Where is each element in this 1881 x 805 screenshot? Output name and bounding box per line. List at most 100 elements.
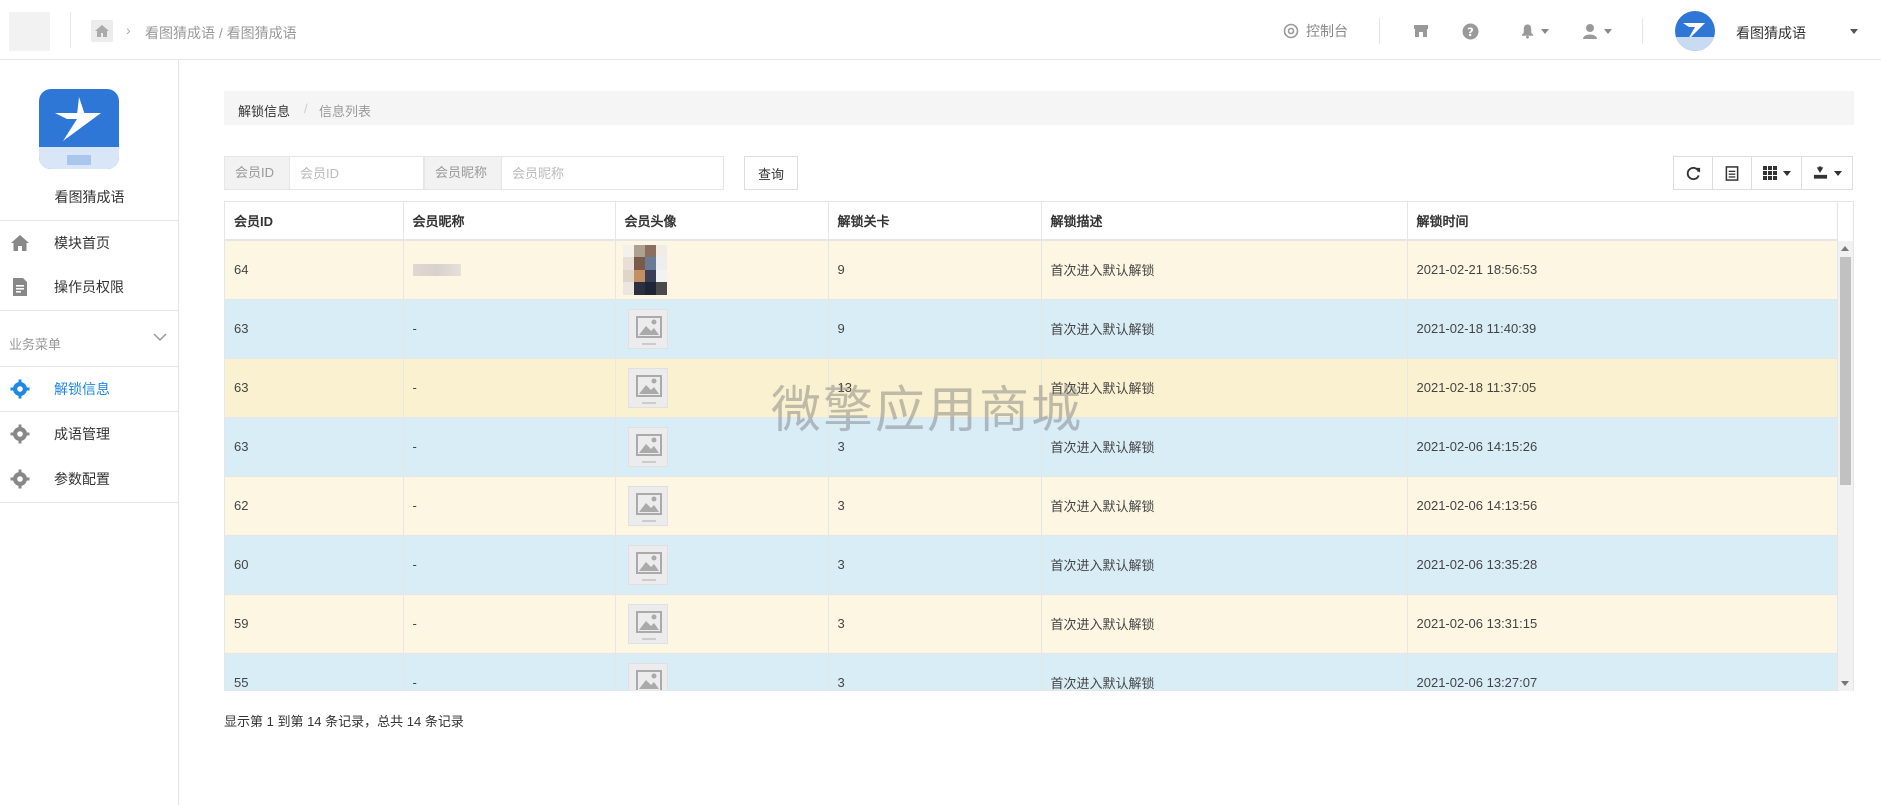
gear-icon xyxy=(10,469,30,489)
store-icon[interactable] xyxy=(1413,20,1429,42)
table-row[interactable]: 64 9 首次进入默认解锁 2021-02-21 18:56:53 xyxy=(225,240,1838,300)
cell-unlock-description: 首次进入默认解锁 xyxy=(1041,535,1408,595)
cell-avatar xyxy=(615,535,829,595)
image-placeholder-icon[interactable] xyxy=(627,426,668,467)
breadcrumb-level2: 信息列表 xyxy=(319,104,372,119)
document-icon xyxy=(13,278,27,296)
sidebar-item-unlock-info[interactable]: 解锁信息 xyxy=(0,367,179,411)
cell-unlock-time: 2021-02-18 11:37:05 xyxy=(1407,358,1838,418)
cell-unlock-time: 2021-02-06 13:31:15 xyxy=(1407,594,1838,654)
nickname-input[interactable] xyxy=(502,157,723,189)
divider xyxy=(70,12,71,48)
table-scrollbar[interactable] xyxy=(1838,241,1853,691)
cell-nickname: - xyxy=(403,594,616,654)
member-avatar-image[interactable] xyxy=(622,244,667,295)
cell-member-id: 60 xyxy=(225,535,404,595)
refresh-button[interactable] xyxy=(1674,157,1713,189)
console-label: 控制台 xyxy=(1306,23,1348,39)
cell-member-id: 59 xyxy=(225,594,404,654)
sidebar-item-parameter-config[interactable]: 参数配置 xyxy=(0,457,179,501)
breadcrumb-level1[interactable]: 解锁信息 xyxy=(238,101,290,120)
user-name[interactable]: 看图猜成语 xyxy=(1736,23,1806,43)
cell-unlock-time: 2021-02-06 13:35:28 xyxy=(1407,535,1838,595)
console-link[interactable]: 控制台 xyxy=(1283,20,1348,42)
breadcrumb-separator: / xyxy=(304,101,308,116)
gear-icon xyxy=(10,424,30,444)
nickname-label: 会员昵称 xyxy=(425,157,502,189)
image-placeholder-icon[interactable] xyxy=(627,662,668,690)
chevron-down-icon[interactable] xyxy=(153,332,167,342)
cell-nickname: - xyxy=(403,417,616,477)
chevron-right-icon: › xyxy=(126,22,131,38)
columns-button[interactable] xyxy=(1752,157,1802,189)
top-breadcrumb[interactable]: 看图猜成语 / 看图猜成语 xyxy=(145,23,297,43)
cell-avatar xyxy=(615,240,829,300)
image-placeholder-icon[interactable] xyxy=(627,485,668,526)
pagination-info: 显示第 1 到第 14 条记录，总共 14 条记录 xyxy=(224,714,464,729)
query-button[interactable]: 查询 xyxy=(744,156,798,190)
cell-member-id: 55 xyxy=(225,653,404,690)
sidebar-item-idiom-management[interactable]: 成语管理 xyxy=(0,412,179,456)
column-header[interactable]: 解锁描述 xyxy=(1041,202,1408,241)
cell-unlock-time: 2021-02-06 14:15:26 xyxy=(1407,417,1838,477)
table-row[interactable]: 63- 9 首次进入默认解锁 2021-02-18 11:40:39 xyxy=(225,299,1838,359)
export-button[interactable] xyxy=(1802,157,1852,189)
list-icon xyxy=(1725,165,1739,181)
grid-icon xyxy=(1762,166,1777,180)
table-row[interactable]: 55- 3 首次进入默认解锁 2021-02-06 13:27:07 xyxy=(225,653,1838,690)
column-header[interactable]: 解锁时间 xyxy=(1407,202,1838,241)
sidebar-group-title[interactable]: 业务菜单 xyxy=(9,334,61,353)
cell-member-id: 62 xyxy=(225,476,404,536)
user-avatar[interactable] xyxy=(1675,11,1715,51)
scroll-down-icon[interactable] xyxy=(1841,681,1849,686)
sidebar-item-label: 操作员权限 xyxy=(54,279,124,295)
member-id-label: 会员ID xyxy=(225,157,290,189)
sidebar-item-module-home[interactable]: 模块首页 xyxy=(0,221,179,265)
chevron-down-icon xyxy=(1541,28,1549,34)
sidebar-item-label: 解锁信息 xyxy=(54,381,110,397)
cell-unlock-time: 2021-02-06 13:27:07 xyxy=(1407,653,1838,690)
toggle-view-button[interactable] xyxy=(1713,157,1752,189)
cell-nickname: - xyxy=(403,476,616,536)
unlock-info-table: 会员ID 会员昵称 会员头像 解锁关卡 解锁描述 解锁时间 64 9 首次进入默认解… xyxy=(224,201,1854,691)
table-toolbar xyxy=(1673,156,1853,190)
image-placeholder-icon[interactable] xyxy=(627,367,668,408)
divider xyxy=(0,310,179,311)
cell-member-id: 63 xyxy=(225,299,404,359)
table-row[interactable]: 59- 3 首次进入默认解锁 2021-02-06 13:31:15 xyxy=(225,594,1838,654)
divider xyxy=(1379,18,1380,44)
app-logo xyxy=(39,89,119,169)
cell-unlock-description: 首次进入默认解锁 xyxy=(1041,594,1408,654)
image-placeholder-icon[interactable] xyxy=(627,603,668,644)
user-menu-icon[interactable] xyxy=(1582,20,1612,42)
app-name: 看图猜成语 xyxy=(54,189,125,205)
column-header[interactable]: 会员头像 xyxy=(615,202,829,241)
image-placeholder-icon[interactable] xyxy=(627,544,668,585)
divider xyxy=(0,502,179,503)
image-placeholder-icon[interactable] xyxy=(627,308,668,349)
help-icon[interactable]: ? xyxy=(1462,20,1479,42)
notification-bell-icon[interactable] xyxy=(1520,20,1549,42)
home-icon[interactable] xyxy=(91,20,113,42)
cell-unlock-time: 2021-02-06 14:13:56 xyxy=(1407,476,1838,536)
table-row[interactable]: 62- 3 首次进入默认解锁 2021-02-06 14:13:56 xyxy=(225,476,1838,536)
sidebar-item-label: 模块首页 xyxy=(54,235,110,251)
menu-toggle-button[interactable] xyxy=(9,12,50,51)
cell-unlock-level: 3 xyxy=(828,653,1042,690)
cell-avatar xyxy=(615,476,829,536)
scroll-up-icon[interactable] xyxy=(1841,246,1849,251)
member-id-input[interactable] xyxy=(290,157,423,189)
column-header[interactable]: 解锁关卡 xyxy=(828,202,1042,241)
column-header[interactable]: 会员昵称 xyxy=(403,202,616,241)
cell-unlock-level: 9 xyxy=(828,240,1042,300)
cell-avatar xyxy=(615,653,829,690)
svg-text:?: ? xyxy=(1467,24,1474,38)
scrollbar-thumb[interactable] xyxy=(1840,257,1851,485)
cell-unlock-description: 首次进入默认解锁 xyxy=(1041,417,1408,477)
sidebar-item-operator-permission[interactable]: 操作员权限 xyxy=(0,265,179,309)
table-row[interactable]: 60- 3 首次进入默认解锁 2021-02-06 13:35:28 xyxy=(225,535,1838,595)
column-header[interactable]: 会员ID xyxy=(225,202,404,241)
chevron-down-icon[interactable] xyxy=(1850,29,1858,34)
cell-member-id: 64 xyxy=(225,240,404,300)
member-id-search: 会员ID xyxy=(224,156,424,190)
